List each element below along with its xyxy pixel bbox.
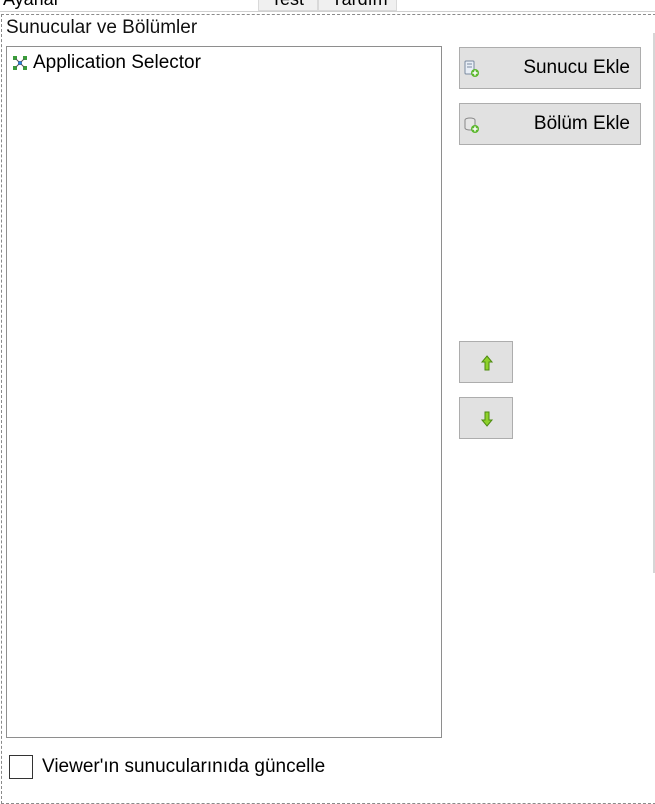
tree-item-application-selector[interactable]: Application Selector: [12, 51, 201, 75]
move-up-button[interactable]: [459, 341, 513, 383]
update-viewer-servers-option[interactable]: Viewer'ın sunucularınıda güncelle: [9, 755, 325, 779]
arrow-down-icon: [480, 411, 494, 427]
tab-strip: Ayarlar Test Yardım: [0, 0, 655, 12]
tab-divider: [0, 11, 655, 12]
tab-help[interactable]: Yardım: [318, 0, 397, 11]
tab-settings[interactable]: Ayarlar: [0, 0, 72, 11]
update-viewer-servers-label: Viewer'ın sunucularınıda güncelle: [42, 756, 326, 777]
add-server-button[interactable]: Sunucu Ekle: [459, 47, 641, 89]
add-section-label: Bölüm Ekle: [533, 113, 630, 134]
add-section-icon: [464, 117, 479, 133]
tree-item-label: Application Selector: [33, 52, 201, 73]
add-section-button[interactable]: Bölüm Ekle: [459, 103, 641, 145]
group-title: Sunucular ve Bölümler: [6, 17, 198, 38]
update-viewer-servers-checkbox[interactable]: [9, 755, 33, 779]
app-selector-icon: [13, 56, 27, 70]
add-server-label: Sunucu Ekle: [523, 57, 630, 78]
add-server-icon: [464, 60, 479, 77]
move-down-button[interactable]: [459, 397, 513, 439]
tab-test[interactable]: Test: [258, 0, 318, 11]
servers-tree[interactable]: Application Selector: [6, 46, 442, 738]
arrow-up-icon: [480, 355, 494, 371]
